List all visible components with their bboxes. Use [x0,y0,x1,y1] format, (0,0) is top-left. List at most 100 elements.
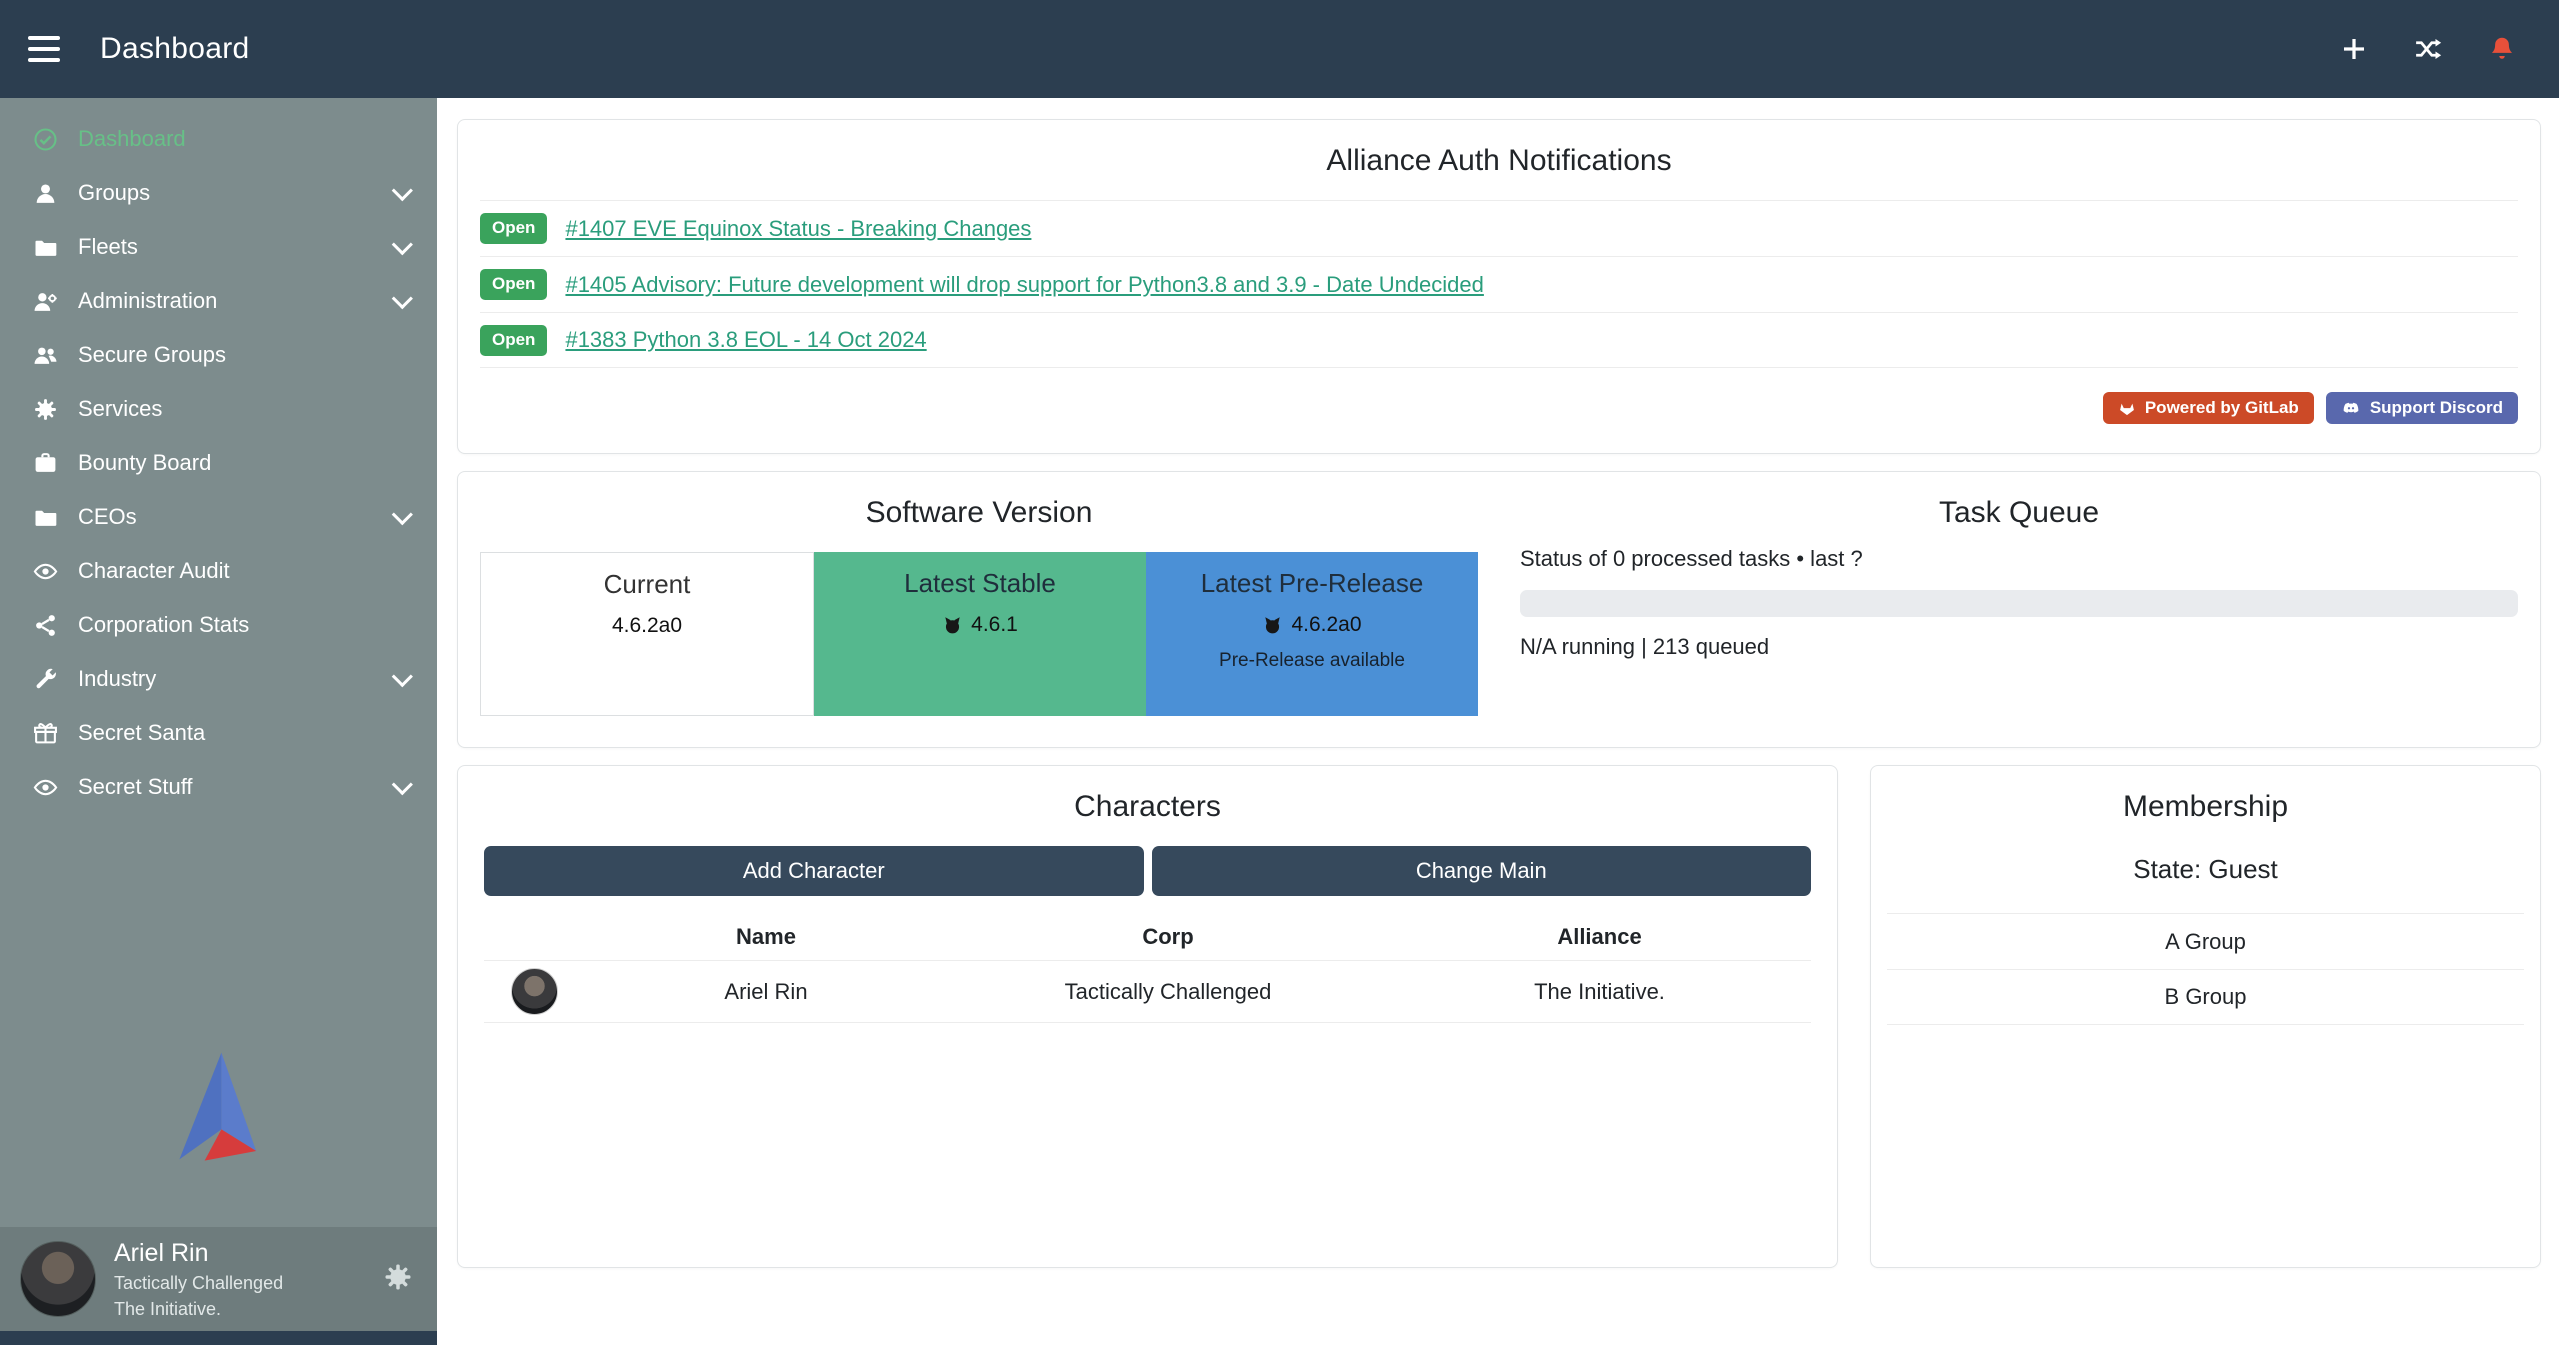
github-icon [942,615,963,636]
version-prerelease-label: Latest Pre-Release [1146,568,1478,599]
notifications-bell-icon[interactable] [2483,30,2521,68]
user-panel: Ariel Rin Tactically Challenged The Init… [0,1227,437,1331]
notification-link[interactable]: #1383 Python 3.8 EOL - 14 Oct 2024 [565,327,926,353]
status-badge: Open [480,213,547,244]
membership-state: State: Guest [1887,854,2524,885]
gitlab-icon [2118,399,2136,417]
user-avatar [20,1241,96,1317]
github-icon [1262,615,1283,636]
sidebar-item-secure-groups[interactable]: Secure Groups [0,328,437,382]
version-stable-box: Latest Stable 4.6.1 [814,552,1146,716]
column-header-alliance: Alliance [1388,912,1811,961]
sidebar-item-secret-santa[interactable]: Secret Santa [0,706,437,760]
notifications-list: Open #1407 EVE Equinox Status - Breaking… [480,200,2518,368]
version-prerelease-box: Latest Pre-Release 4.6.2a0 Pre-Release a… [1146,552,1478,716]
character-alliance: The Initiative. [1388,961,1811,1023]
version-stable-value: 4.6.1 [971,613,1018,637]
version-prerelease-value: 4.6.2a0 [1291,613,1361,637]
sidebar-item-label: Administration [78,288,217,314]
chevron-down-icon [392,288,413,309]
chevron-down-icon [392,666,413,687]
sidebar-item-label: Dashboard [78,126,186,152]
discord-icon [2341,399,2361,417]
support-discord-badge[interactable]: Support Discord [2326,392,2518,424]
page-title: Dashboard [100,32,249,66]
version-current-label: Current [481,569,813,600]
sidebar: Dashboard Groups Fleets Administration S… [0,98,437,1345]
sidebar-item-label: Bounty Board [78,450,211,476]
powered-by-gitlab-badge[interactable]: Powered by GitLab [2103,392,2314,424]
add-character-button[interactable]: Add Character [484,846,1144,896]
chevron-down-icon [392,234,413,255]
version-current-box: Current 4.6.2a0 [480,552,814,716]
task-queue-status: Status of 0 processed tasks • last ? [1520,546,2518,572]
add-icon[interactable] [2335,30,2373,68]
users-icon [30,342,60,368]
eye-icon [30,774,60,800]
check-circle-icon [30,126,60,152]
sidebar-item-label: Fleets [78,234,138,260]
sidebar-item-label: Services [78,396,162,422]
sidebar-item-character-audit[interactable]: Character Audit [0,544,437,598]
version-current-value: 4.6.2a0 [612,614,682,638]
sidebar-item-administration[interactable]: Administration [0,274,437,328]
characters-table: Name Corp Alliance Ariel Rin Tactically … [484,912,1811,1023]
user-name: Ariel Rin [114,1238,283,1269]
status-badge: Open [480,269,547,300]
character-corp: Tactically Challenged [948,961,1388,1023]
task-queue-progress-bar [1520,590,2518,617]
column-header-name: Name [584,912,948,961]
chevron-down-icon [392,180,413,201]
notifications-title: Alliance Auth Notifications [480,144,2518,178]
list-item: B Group [1887,969,2524,1025]
eye-icon [30,558,60,584]
gear-icon [30,396,60,422]
sidebar-nav: Dashboard Groups Fleets Administration S… [0,98,437,814]
sidebar-item-corporation-stats[interactable]: Corporation Stats [0,598,437,652]
folder-icon [30,234,60,260]
notification-row: Open #1383 Python 3.8 EOL - 14 Oct 2024 [480,312,2518,368]
shuffle-icon[interactable] [2409,30,2447,68]
user-settings-gear-icon[interactable] [383,1262,413,1297]
sidebar-item-industry[interactable]: Industry [0,652,437,706]
version-stable-label: Latest Stable [814,568,1146,599]
user-icon [30,180,60,206]
notification-row: Open #1407 EVE Equinox Status - Breaking… [480,200,2518,256]
character-name: Ariel Rin [584,961,948,1023]
task-queue-title: Task Queue [1520,496,2518,530]
share-icon [30,612,60,638]
top-navbar: Dashboard [0,0,2559,98]
status-badge: Open [480,325,547,356]
alliance-logo [159,1048,279,1175]
main-content: Alliance Auth Notifications Open #1407 E… [437,98,2559,1345]
sidebar-item-dashboard[interactable]: Dashboard [0,112,437,166]
table-row: Ariel Rin Tactically Challenged The Init… [484,961,1811,1023]
change-main-button[interactable]: Change Main [1152,846,1812,896]
briefcase-icon [30,450,60,476]
list-item: A Group [1887,913,2524,969]
chevron-down-icon [392,774,413,795]
sidebar-item-secret-stuff[interactable]: Secret Stuff [0,760,437,814]
notification-link[interactable]: #1407 EVE Equinox Status - Breaking Chan… [565,216,1031,242]
membership-title: Membership [1887,790,2524,824]
membership-groups: A Group B Group [1887,913,2524,1025]
sidebar-item-fleets[interactable]: Fleets [0,220,437,274]
software-version-section: Software Version Current 4.6.2a0 Latest … [480,472,1478,747]
sidebar-item-label: Secure Groups [78,342,226,368]
sidebar-item-services[interactable]: Services [0,382,437,436]
sidebar-item-bounty-board[interactable]: Bounty Board [0,436,437,490]
notifications-card: Alliance Auth Notifications Open #1407 E… [457,119,2541,454]
characters-title: Characters [484,790,1811,824]
sidebar-item-label: Corporation Stats [78,612,249,638]
menu-toggle-icon[interactable] [28,32,68,66]
folder-icon [30,504,60,530]
notification-row: Open #1405 Advisory: Future development … [480,256,2518,312]
column-header-corp: Corp [948,912,1388,961]
sidebar-item-ceos[interactable]: CEOs [0,490,437,544]
sidebar-item-groups[interactable]: Groups [0,166,437,220]
notification-link[interactable]: #1405 Advisory: Future development will … [565,272,1483,298]
gift-icon [30,720,60,746]
users-gear-icon [30,288,60,314]
user-alliance: The Initiative. [114,1298,283,1321]
chevron-down-icon [392,504,413,525]
